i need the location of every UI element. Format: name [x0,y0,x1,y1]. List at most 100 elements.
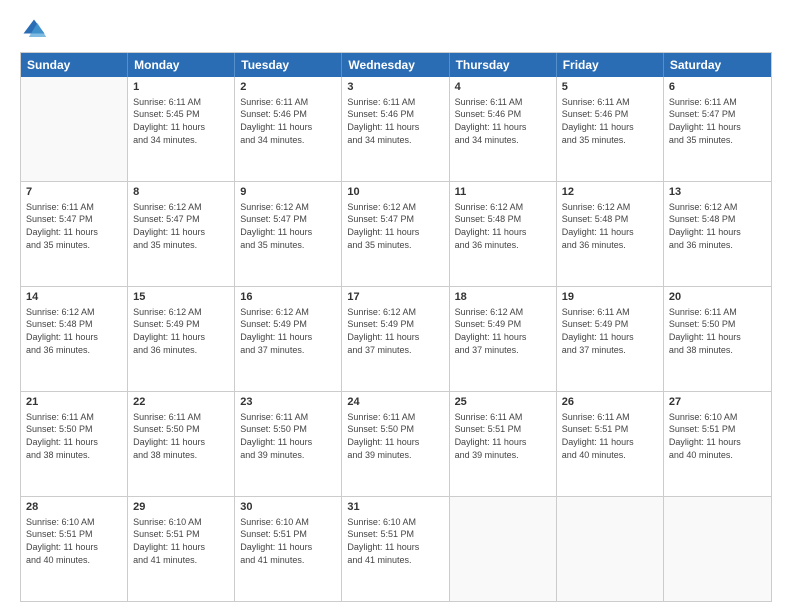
cell-info: Sunrise: 6:11 AM Sunset: 5:50 PM Dayligh… [669,306,766,356]
cell-info: Sunrise: 6:12 AM Sunset: 5:48 PM Dayligh… [562,201,658,251]
day-number: 14 [26,290,122,305]
day-number: 22 [133,395,229,410]
cell-info: Sunrise: 6:10 AM Sunset: 5:51 PM Dayligh… [240,516,336,566]
cell-info: Sunrise: 6:11 AM Sunset: 5:50 PM Dayligh… [347,411,443,461]
day-number: 2 [240,80,336,95]
day-number: 4 [455,80,551,95]
day-number: 10 [347,185,443,200]
cell-info: Sunrise: 6:12 AM Sunset: 5:48 PM Dayligh… [26,306,122,356]
cell-info: Sunrise: 6:11 AM Sunset: 5:50 PM Dayligh… [26,411,122,461]
calendar-cell: 19Sunrise: 6:11 AM Sunset: 5:49 PM Dayli… [557,287,664,391]
cell-info: Sunrise: 6:12 AM Sunset: 5:49 PM Dayligh… [347,306,443,356]
calendar-header-day: Sunday [21,53,128,77]
cell-info: Sunrise: 6:11 AM Sunset: 5:50 PM Dayligh… [133,411,229,461]
calendar-body: 1Sunrise: 6:11 AM Sunset: 5:45 PM Daylig… [21,77,771,601]
logo-icon [20,16,48,44]
calendar-cell: 15Sunrise: 6:12 AM Sunset: 5:49 PM Dayli… [128,287,235,391]
calendar: SundayMondayTuesdayWednesdayThursdayFrid… [20,52,772,602]
calendar-row: 21Sunrise: 6:11 AM Sunset: 5:50 PM Dayli… [21,392,771,497]
day-number: 23 [240,395,336,410]
day-number: 6 [669,80,766,95]
cell-info: Sunrise: 6:11 AM Sunset: 5:47 PM Dayligh… [26,201,122,251]
day-number: 18 [455,290,551,305]
day-number: 17 [347,290,443,305]
cell-info: Sunrise: 6:10 AM Sunset: 5:51 PM Dayligh… [669,411,766,461]
day-number: 7 [26,185,122,200]
day-number: 31 [347,500,443,515]
calendar-cell: 1Sunrise: 6:11 AM Sunset: 5:45 PM Daylig… [128,77,235,181]
calendar-header-day: Thursday [450,53,557,77]
calendar-cell [450,497,557,601]
day-number: 1 [133,80,229,95]
day-number: 19 [562,290,658,305]
calendar-header-day: Monday [128,53,235,77]
cell-info: Sunrise: 6:11 AM Sunset: 5:51 PM Dayligh… [455,411,551,461]
calendar-cell: 29Sunrise: 6:10 AM Sunset: 5:51 PM Dayli… [128,497,235,601]
day-number: 9 [240,185,336,200]
day-number: 27 [669,395,766,410]
calendar-row: 28Sunrise: 6:10 AM Sunset: 5:51 PM Dayli… [21,497,771,601]
calendar-row: 1Sunrise: 6:11 AM Sunset: 5:45 PM Daylig… [21,77,771,182]
day-number: 8 [133,185,229,200]
day-number: 13 [669,185,766,200]
calendar-cell: 12Sunrise: 6:12 AM Sunset: 5:48 PM Dayli… [557,182,664,286]
calendar-header-day: Wednesday [342,53,449,77]
cell-info: Sunrise: 6:10 AM Sunset: 5:51 PM Dayligh… [133,516,229,566]
cell-info: Sunrise: 6:12 AM Sunset: 5:48 PM Dayligh… [669,201,766,251]
calendar-cell: 7Sunrise: 6:11 AM Sunset: 5:47 PM Daylig… [21,182,128,286]
header [20,16,772,44]
day-number: 20 [669,290,766,305]
cell-info: Sunrise: 6:11 AM Sunset: 5:46 PM Dayligh… [455,96,551,146]
cell-info: Sunrise: 6:12 AM Sunset: 5:47 PM Dayligh… [133,201,229,251]
calendar-cell: 4Sunrise: 6:11 AM Sunset: 5:46 PM Daylig… [450,77,557,181]
calendar-cell: 6Sunrise: 6:11 AM Sunset: 5:47 PM Daylig… [664,77,771,181]
calendar-cell: 2Sunrise: 6:11 AM Sunset: 5:46 PM Daylig… [235,77,342,181]
calendar-cell: 30Sunrise: 6:10 AM Sunset: 5:51 PM Dayli… [235,497,342,601]
cell-info: Sunrise: 6:12 AM Sunset: 5:48 PM Dayligh… [455,201,551,251]
calendar-cell: 23Sunrise: 6:11 AM Sunset: 5:50 PM Dayli… [235,392,342,496]
day-number: 12 [562,185,658,200]
calendar-cell: 24Sunrise: 6:11 AM Sunset: 5:50 PM Dayli… [342,392,449,496]
day-number: 11 [455,185,551,200]
calendar-header-day: Saturday [664,53,771,77]
page: SundayMondayTuesdayWednesdayThursdayFrid… [0,0,792,612]
calendar-cell [557,497,664,601]
calendar-header-day: Friday [557,53,664,77]
day-number: 25 [455,395,551,410]
calendar-cell: 10Sunrise: 6:12 AM Sunset: 5:47 PM Dayli… [342,182,449,286]
calendar-cell: 18Sunrise: 6:12 AM Sunset: 5:49 PM Dayli… [450,287,557,391]
cell-info: Sunrise: 6:11 AM Sunset: 5:51 PM Dayligh… [562,411,658,461]
cell-info: Sunrise: 6:12 AM Sunset: 5:47 PM Dayligh… [347,201,443,251]
day-number: 16 [240,290,336,305]
calendar-cell: 9Sunrise: 6:12 AM Sunset: 5:47 PM Daylig… [235,182,342,286]
cell-info: Sunrise: 6:11 AM Sunset: 5:46 PM Dayligh… [562,96,658,146]
day-number: 24 [347,395,443,410]
cell-info: Sunrise: 6:10 AM Sunset: 5:51 PM Dayligh… [26,516,122,566]
cell-info: Sunrise: 6:11 AM Sunset: 5:46 PM Dayligh… [347,96,443,146]
cell-info: Sunrise: 6:11 AM Sunset: 5:46 PM Dayligh… [240,96,336,146]
calendar-cell [664,497,771,601]
day-number: 29 [133,500,229,515]
calendar-cell: 3Sunrise: 6:11 AM Sunset: 5:46 PM Daylig… [342,77,449,181]
cell-info: Sunrise: 6:11 AM Sunset: 5:47 PM Dayligh… [669,96,766,146]
calendar-cell: 5Sunrise: 6:11 AM Sunset: 5:46 PM Daylig… [557,77,664,181]
logo [20,16,52,44]
cell-info: Sunrise: 6:12 AM Sunset: 5:49 PM Dayligh… [133,306,229,356]
calendar-cell: 8Sunrise: 6:12 AM Sunset: 5:47 PM Daylig… [128,182,235,286]
day-number: 3 [347,80,443,95]
calendar-cell: 25Sunrise: 6:11 AM Sunset: 5:51 PM Dayli… [450,392,557,496]
calendar-cell: 16Sunrise: 6:12 AM Sunset: 5:49 PM Dayli… [235,287,342,391]
calendar-cell: 26Sunrise: 6:11 AM Sunset: 5:51 PM Dayli… [557,392,664,496]
calendar-cell: 13Sunrise: 6:12 AM Sunset: 5:48 PM Dayli… [664,182,771,286]
cell-info: Sunrise: 6:11 AM Sunset: 5:49 PM Dayligh… [562,306,658,356]
cell-info: Sunrise: 6:10 AM Sunset: 5:51 PM Dayligh… [347,516,443,566]
calendar-cell: 28Sunrise: 6:10 AM Sunset: 5:51 PM Dayli… [21,497,128,601]
day-number: 28 [26,500,122,515]
day-number: 15 [133,290,229,305]
cell-info: Sunrise: 6:12 AM Sunset: 5:49 PM Dayligh… [455,306,551,356]
cell-info: Sunrise: 6:12 AM Sunset: 5:47 PM Dayligh… [240,201,336,251]
calendar-row: 14Sunrise: 6:12 AM Sunset: 5:48 PM Dayli… [21,287,771,392]
calendar-cell: 17Sunrise: 6:12 AM Sunset: 5:49 PM Dayli… [342,287,449,391]
cell-info: Sunrise: 6:11 AM Sunset: 5:45 PM Dayligh… [133,96,229,146]
calendar-header: SundayMondayTuesdayWednesdayThursdayFrid… [21,53,771,77]
